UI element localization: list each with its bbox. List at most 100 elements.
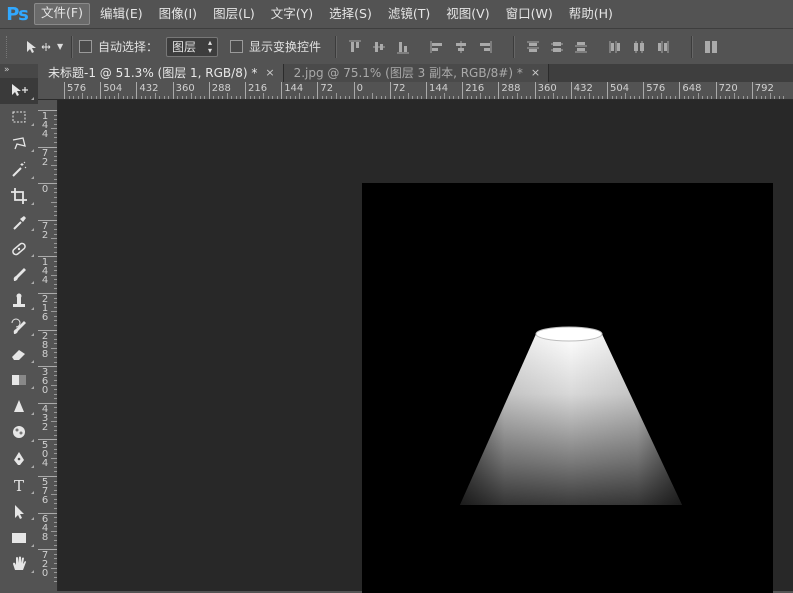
ruler-minor-tick [51, 567, 57, 569]
ruler-minor-tick [54, 434, 57, 436]
crop-tool-icon[interactable] [0, 183, 38, 209]
ruler-minor-tick [54, 251, 57, 253]
align-right-icon[interactable] [477, 39, 493, 55]
ruler-major-tick [38, 549, 57, 551]
ruler-major-tick [38, 110, 57, 111]
menu-item[interactable]: 视图(V) [440, 4, 495, 24]
ruler-tick-text: 144 [284, 83, 304, 94]
menu-item[interactable]: 编辑(E) [94, 4, 149, 24]
ruler-tick-label: 720 [40, 551, 50, 579]
ruler-minor-tick [54, 155, 57, 157]
menu-item[interactable]: 图层(L) [207, 4, 261, 24]
ruler-minor-tick [54, 260, 57, 262]
ruler-minor-tick [706, 96, 708, 99]
ruler-minor-tick [54, 462, 57, 464]
ruler-tick-text: 720 [718, 83, 738, 94]
distribute-right-icon[interactable] [655, 39, 671, 55]
blur-tool-icon[interactable] [0, 394, 38, 420]
ruler-major-tick [38, 329, 57, 331]
vertical-ruler[interactable]: 14472072144216288360432504576648720 [38, 100, 58, 591]
ruler-minor-tick [54, 247, 57, 249]
align-top-icon[interactable] [347, 39, 363, 55]
tool-preset-picker[interactable]: ▼ [25, 39, 65, 55]
align-vertical-center-icon[interactable] [371, 39, 387, 55]
ruler-major-tick [38, 366, 57, 368]
distribute-bottom-icon[interactable] [573, 39, 589, 55]
hand-tool-icon[interactable] [0, 551, 38, 577]
ruler-minor-tick [435, 96, 437, 99]
menu-item[interactable]: 选择(S) [323, 4, 378, 24]
ruler-minor-tick [54, 283, 57, 285]
ruler-tick-digit: 8 [41, 531, 49, 543]
menu-item[interactable]: 文件(F) [34, 3, 90, 25]
auto-select-checkbox[interactable] [79, 40, 92, 53]
distribute-top-icon[interactable] [525, 39, 541, 55]
ruler-minor-tick [371, 93, 373, 99]
ruler-minor-tick [149, 96, 151, 99]
align-bottom-icon[interactable] [395, 39, 411, 55]
ruler-minor-tick [54, 480, 57, 482]
path-selection-tool-icon[interactable] [0, 499, 38, 525]
align-left-icon[interactable] [429, 39, 445, 55]
ruler-minor-tick [54, 576, 57, 578]
ruler-tick-digit: 6 [41, 312, 49, 323]
ruler-minor-tick [163, 96, 165, 99]
document-tab[interactable]: 2.jpg @ 75.1% (图层 3 副本, RGB/8#) * × [283, 64, 550, 82]
history-brush-tool-icon[interactable] [0, 315, 38, 341]
ruler-minor-tick [54, 430, 57, 432]
pen-tool-icon[interactable] [0, 446, 38, 472]
document-workspace[interactable] [58, 100, 793, 593]
lasso-tool-icon[interactable] [0, 131, 38, 157]
toolbox-header[interactable]: » [0, 64, 38, 78]
move-tool-icon[interactable] [0, 78, 38, 105]
ruler-minor-tick [588, 93, 590, 99]
type-tool-icon[interactable]: T [0, 472, 38, 498]
eraser-tool-icon[interactable] [0, 341, 38, 367]
magic-wand-tool-icon[interactable] [0, 157, 38, 183]
ruler-minor-tick [444, 93, 446, 99]
auto-select-target-dropdown[interactable]: 图层 ▴ ▾ [166, 36, 219, 57]
ruler-minor-tick [54, 119, 57, 121]
clone-stamp-tool-icon[interactable] [0, 288, 38, 314]
close-tab-icon[interactable]: × [265, 64, 274, 82]
show-transform-checkbox[interactable] [230, 40, 244, 53]
auto-align-layers-icon[interactable] [703, 39, 719, 55]
eyedropper-tool-icon[interactable] [0, 209, 38, 235]
ruler-minor-tick [358, 96, 360, 99]
ruler-minor-tick [774, 96, 776, 99]
ruler-minor-tick [729, 96, 731, 99]
ruler-origin[interactable] [38, 82, 59, 100]
options-bar-grip[interactable] [6, 35, 15, 58]
ruler-tick-digit: 4 [41, 275, 49, 287]
healing-brush-tool-icon[interactable] [0, 236, 38, 262]
menu-item[interactable]: 图像(I) [153, 4, 203, 24]
ruler-minor-tick [54, 265, 57, 267]
menu-item[interactable]: 文字(Y) [265, 4, 319, 24]
distribute-left-icon[interactable] [607, 39, 623, 55]
menu-item[interactable]: 窗口(W) [500, 4, 559, 24]
horizontal-ruler[interactable]: 576 504 432 360 288 216 144 72 0 72 144 216 288 360 43… [58, 82, 793, 100]
ruler-minor-tick [439, 96, 441, 99]
ruler-minor-tick [54, 407, 57, 409]
menu-item[interactable]: 帮助(H) [563, 4, 619, 24]
close-tab-icon[interactable]: × [531, 64, 540, 82]
rectangle-tool-icon[interactable] [0, 525, 38, 551]
ruler-minor-tick [51, 201, 57, 203]
ruler-minor-tick [692, 96, 694, 99]
ruler-major-tick [38, 512, 57, 514]
collapse-toolbox-icon[interactable]: » [4, 64, 10, 76]
distribute-horizontal-center-icon[interactable] [631, 39, 647, 55]
separator [513, 35, 516, 58]
document-canvas[interactable] [362, 183, 773, 593]
brush-tool-icon[interactable] [0, 262, 38, 288]
gradient-tool-icon[interactable] [0, 367, 38, 393]
distribute-vertical-center-icon[interactable] [549, 39, 565, 55]
ruler-minor-tick [593, 96, 595, 99]
align-horizontal-center-icon[interactable] [453, 39, 469, 55]
marquee-tool-icon[interactable] [0, 104, 38, 130]
document-tab[interactable]: 未标题-1 @ 51.3% (图层 1, RGB/8) * × [38, 64, 284, 82]
ruler-minor-tick [54, 370, 57, 372]
ruler-minor-tick [51, 128, 57, 130]
dodge-tool-icon[interactable] [0, 420, 38, 446]
menu-item[interactable]: 滤镜(T) [382, 4, 436, 24]
